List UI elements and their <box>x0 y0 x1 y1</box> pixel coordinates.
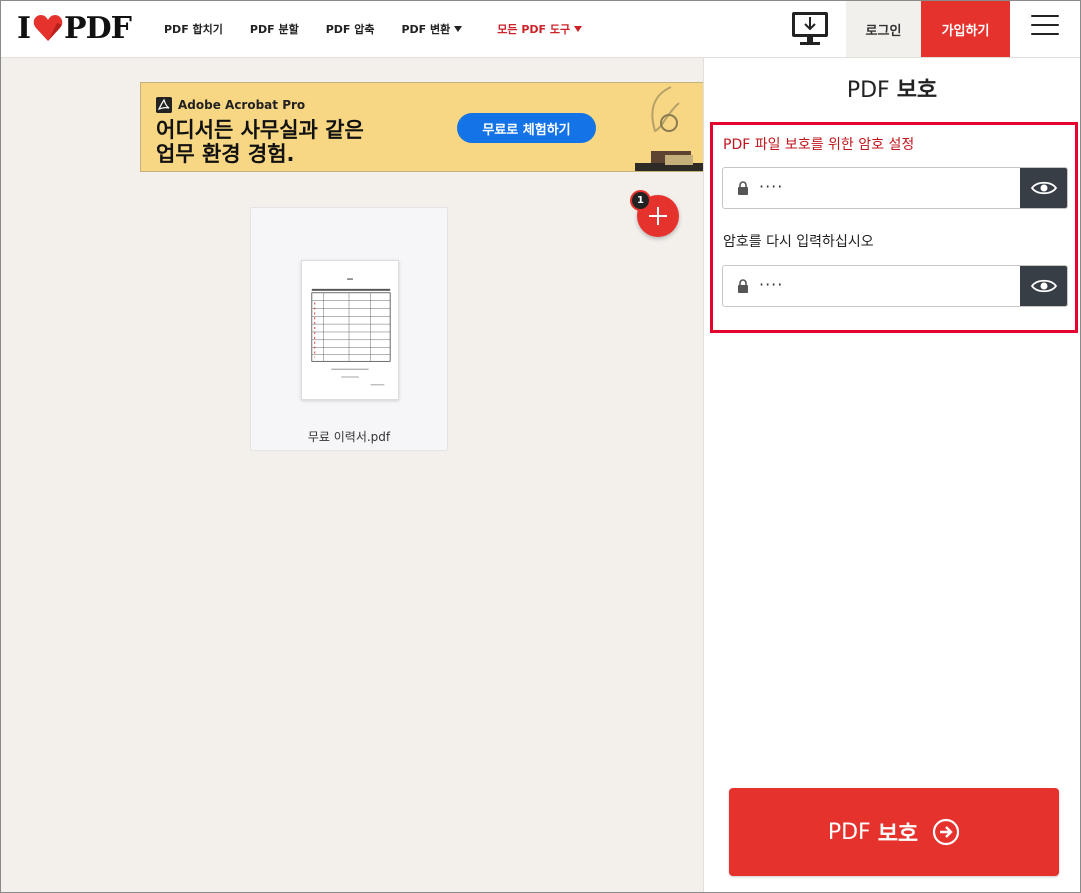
ad-brand-label: Adobe Acrobat Pro <box>178 98 306 112</box>
acrobat-icon <box>156 97 172 113</box>
confirm-password-field[interactable]: ···· <box>722 265 1068 307</box>
heart-icon <box>33 15 63 41</box>
login-button[interactable]: 로그인 <box>846 1 921 57</box>
ilovepdf-logo[interactable]: I PDF <box>17 10 132 46</box>
ad-cta-button[interactable]: 무료로 체험하기 <box>457 113 596 143</box>
file-name: 무료 이력서.pdf <box>307 430 391 444</box>
sidebar-title: PDF 보호 <box>704 72 1080 104</box>
eye-icon <box>1030 279 1057 293</box>
signup-button[interactable]: 가입하기 <box>921 1 1010 57</box>
arrow-right-circle-icon <box>933 818 960 846</box>
ad-brand: Adobe Acrobat Pro <box>156 97 305 113</box>
ad-headline-line: 업무 환경 경험. <box>156 142 295 166</box>
nav-label: 모든 PDF 도구 <box>497 23 571 36</box>
nav-label: PDF 분할 <box>249 23 299 36</box>
plus-icon <box>657 207 659 225</box>
logo-letter-i: I <box>17 10 31 46</box>
confirm-password-value: ···· <box>759 275 784 294</box>
sidebar-title-prefix: PDF <box>846 78 890 103</box>
submit-label-prefix: PDF <box>827 819 871 845</box>
password-value: ···· <box>759 177 784 196</box>
file-card[interactable]: 무료 이력서.pdf <box>250 207 448 451</box>
eye-icon <box>1030 181 1057 195</box>
hamburger-menu-icon[interactable] <box>1031 15 1059 41</box>
password-field[interactable]: ···· <box>722 167 1068 209</box>
caret-down-icon <box>574 26 583 32</box>
desktop-app-button[interactable] <box>789 9 831 49</box>
caret-down-icon <box>454 26 463 32</box>
options-sidebar: PDF 보호 PDF 파일 보호를 위한 암호 설정 ···· 암호를 다시 입… <box>703 58 1080 892</box>
pdf-thumbnail <box>301 260 399 400</box>
nav-label: PDF 변환 <box>401 23 451 36</box>
desktop-download-icon <box>792 12 828 45</box>
file-count-badge: 1 <box>630 190 651 211</box>
logo-word-pdf: PDF <box>64 10 132 46</box>
ad-headline: 어디서든 사무실과 같은 업무 환경 경험. <box>156 118 456 166</box>
nav-all-pdf-tools[interactable]: 모든 PDF 도구 <box>497 21 583 37</box>
confirm-password-label: 암호를 다시 입력하십시오 <box>723 234 874 250</box>
lock-icon <box>738 279 748 293</box>
lock-icon <box>738 181 748 195</box>
nav-split-pdf[interactable]: PDF 분할 <box>250 21 299 37</box>
ad-headline-line: 어디서든 사무실과 같은 <box>156 118 364 142</box>
password-settings-box: PDF 파일 보호를 위한 암호 설정 ···· 암호를 다시 입력하십시오 ·… <box>710 122 1078 333</box>
nav-merge-pdf[interactable]: PDF 합치기 <box>164 21 223 37</box>
nav-label: PDF 압축 <box>325 23 375 36</box>
ad-illustration <box>635 86 703 171</box>
sidebar-title-bold: 보호 <box>896 78 938 103</box>
nav-compress-pdf[interactable]: PDF 압축 <box>326 21 375 37</box>
nav-label: PDF 합치기 <box>164 23 223 36</box>
top-header: I PDF PDF 합치기 PDF 분할 PDF 압축 PDF 변환 모든 PD… <box>1 1 1080 58</box>
show-password-button[interactable] <box>1020 168 1067 208</box>
show-confirm-password-button[interactable] <box>1020 266 1067 306</box>
submit-label-bold: 보호 <box>877 822 919 847</box>
protect-pdf-button[interactable]: PDF 보호 <box>729 788 1059 876</box>
password-label: PDF 파일 보호를 위한 암호 설정 <box>723 137 915 153</box>
main-nav: PDF 합치기 PDF 분할 PDF 압축 PDF 변환 모든 PDF 도구 <box>164 1 609 57</box>
ad-banner[interactable]: Adobe Acrobat Pro 어디서든 사무실과 같은 업무 환경 경험.… <box>140 82 704 172</box>
nav-convert-pdf[interactable]: PDF 변환 <box>401 21 463 37</box>
